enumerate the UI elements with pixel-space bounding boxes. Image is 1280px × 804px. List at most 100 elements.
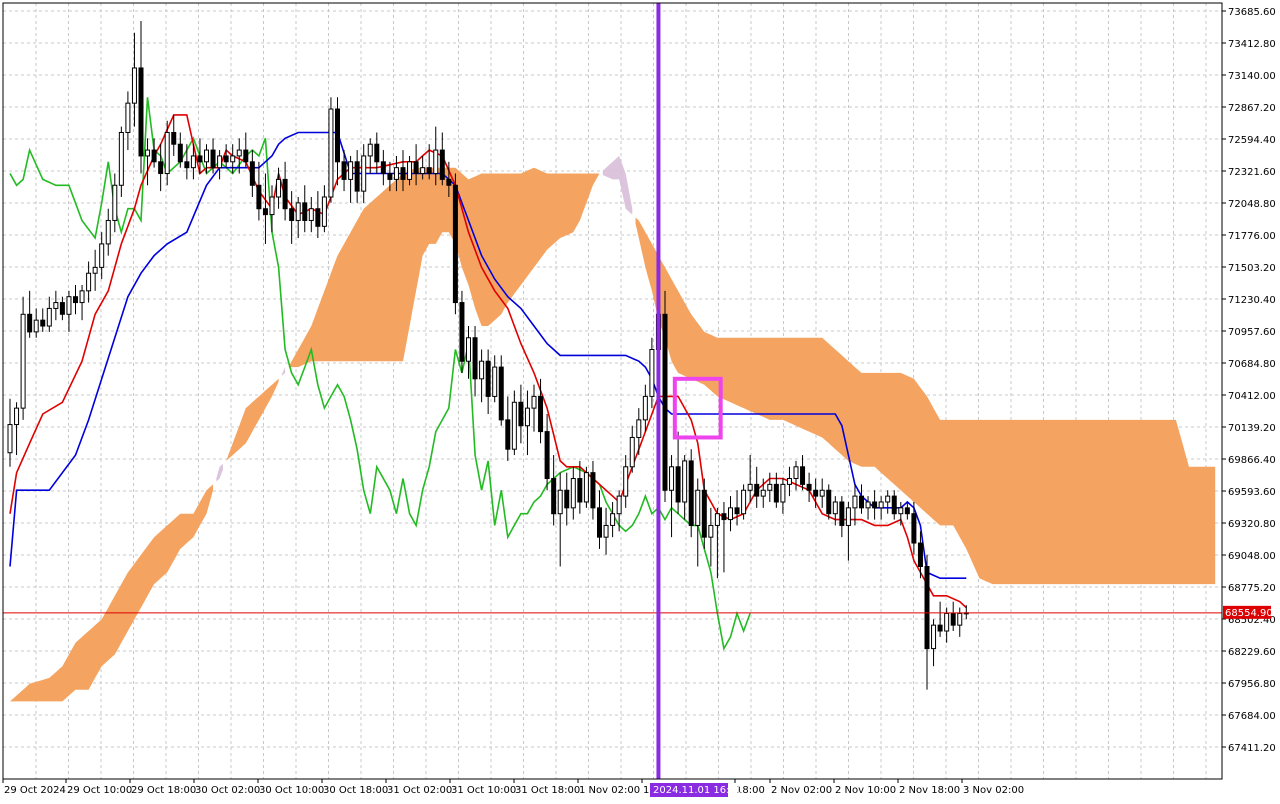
price-tick-label: 68775.20 (1228, 583, 1276, 594)
candle-body-bearish (138, 67, 144, 157)
time-tick-label: 31 Oct 02:00 (387, 785, 452, 796)
candle-body-bearish (380, 161, 386, 175)
candle-body-bearish (950, 612, 956, 626)
candle-body-bullish (230, 155, 236, 163)
price-tick-label: 73140.00 (1228, 71, 1276, 82)
price-tick-label: 69593.60 (1228, 487, 1276, 498)
candle-body-bullish (760, 489, 766, 497)
candle-body-bullish (66, 296, 72, 315)
candle-body-bullish (217, 155, 223, 169)
candle-body-bullish (642, 395, 648, 421)
candle-body-bearish (197, 155, 203, 163)
candle-body-bullish (636, 419, 642, 438)
candle-body-bullish (616, 495, 622, 515)
candle-body-bearish (439, 149, 445, 180)
candle-body-bullish (7, 424, 13, 454)
candle-body-bullish (204, 149, 209, 163)
candle-body-bearish (27, 313, 33, 333)
candle-body-bullish (308, 208, 314, 221)
candle-body-bearish (937, 624, 943, 632)
candle-body-bullish (583, 472, 589, 503)
candle-body-bullish (86, 272, 92, 292)
candle-body-bullish (845, 507, 851, 526)
candle-body-bullish (793, 466, 799, 480)
candle[interactable] (452, 173, 458, 315)
candle-body-bearish (721, 513, 727, 521)
price-tick-label: 67684.00 (1228, 711, 1276, 722)
candle-body-bearish (924, 565, 930, 650)
candle[interactable] (583, 466, 589, 508)
candle-body-bullish (682, 460, 688, 503)
price-tick-label: 71503.20 (1228, 263, 1276, 274)
time-tick-label: 29 Oct 18:00 (131, 785, 196, 796)
candle-body-bearish (335, 108, 340, 163)
time-tick-label: 31 Oct 10:00 (451, 785, 516, 796)
current-price-label: 68554.90 (1225, 608, 1273, 619)
candle-body-bullish (852, 495, 858, 509)
candle-body-bearish (177, 143, 183, 163)
candle-body-bearish (282, 178, 288, 210)
candle-body-bullish (328, 108, 334, 198)
price-tick-label: 72321.60 (1228, 167, 1276, 178)
candle-body-bullish (361, 155, 367, 192)
candle-body-bearish (158, 161, 164, 175)
candle-body-bearish (904, 507, 910, 515)
candle-body-bearish (734, 507, 740, 515)
candle-body-bearish (354, 161, 360, 192)
current-price-badge: 68554.90 (1223, 605, 1273, 619)
candle-body-bearish (800, 466, 806, 485)
candle-body-bearish (184, 161, 190, 169)
candle-body-bearish (151, 149, 157, 163)
candle-body-bullish (276, 178, 282, 198)
candle-body-bearish (859, 495, 864, 509)
candle-body-bullish (767, 483, 773, 491)
candle-body-bullish (125, 102, 131, 133)
candle-body-bullish (898, 507, 904, 515)
candle[interactable] (20, 296, 26, 420)
candle[interactable] (459, 290, 465, 373)
candle-body-bullish (524, 407, 530, 427)
candle-body-bullish (433, 149, 439, 175)
candle-body-bearish (446, 178, 452, 186)
candle-body-bearish (839, 501, 845, 526)
candle-body-bullish (348, 161, 354, 180)
candle-body-bullish (112, 184, 118, 221)
candle-body-bullish (728, 507, 733, 521)
candle-body-bearish (911, 513, 917, 544)
price-tick-label: 70957.60 (1228, 327, 1276, 338)
time-tick-label: 30 Oct 02:00 (195, 785, 260, 796)
candle-body-bearish (675, 466, 681, 503)
candle-body-bearish (813, 489, 819, 497)
candle[interactable] (662, 290, 668, 502)
price-tick-label: 69320.80 (1228, 519, 1276, 530)
candle-body-bullish (407, 161, 413, 180)
chart-root[interactable]: 73685.60 73412.80 73140.00 72867.20 72594.40… (0, 0, 1280, 800)
candle-body-bearish (374, 143, 380, 163)
candle-body-bullish (714, 513, 720, 526)
candle[interactable] (328, 97, 334, 203)
candle-body-bearish (59, 302, 65, 315)
candle-body-bullish (878, 501, 884, 509)
ichimoku-chart[interactable]: 73685.60 73412.80 73140.00 72867.20 72594.40… (0, 0, 1280, 800)
candle-body-bullish (603, 524, 609, 538)
candle-body-bullish (105, 219, 111, 245)
candle-body-bullish (99, 243, 105, 268)
candle-body-bullish (747, 483, 753, 491)
price-tick-label: 71776.00 (1228, 231, 1276, 242)
candle-body-bullish (53, 302, 59, 309)
candle-body-bearish (302, 202, 308, 221)
candle-body-bearish (917, 542, 923, 567)
candle-body-bearish (256, 184, 262, 210)
price-tick-label: 70684.80 (1228, 359, 1276, 370)
candle-body-bullish (131, 67, 137, 104)
time-tick-label: 1 Nov 02:00 (579, 785, 640, 796)
candle-body-bearish (315, 208, 321, 227)
price-tick-label: 67956.80 (1228, 679, 1276, 690)
candle-body-bullish (46, 307, 52, 327)
candle-body-bearish (249, 161, 255, 186)
candle-body-bullish (145, 149, 151, 157)
candle-body-bullish (865, 501, 871, 509)
candle-body-bullish (14, 407, 20, 426)
candle[interactable] (688, 449, 694, 538)
time-tick-label: 2 Nov 02:00 (771, 785, 832, 796)
